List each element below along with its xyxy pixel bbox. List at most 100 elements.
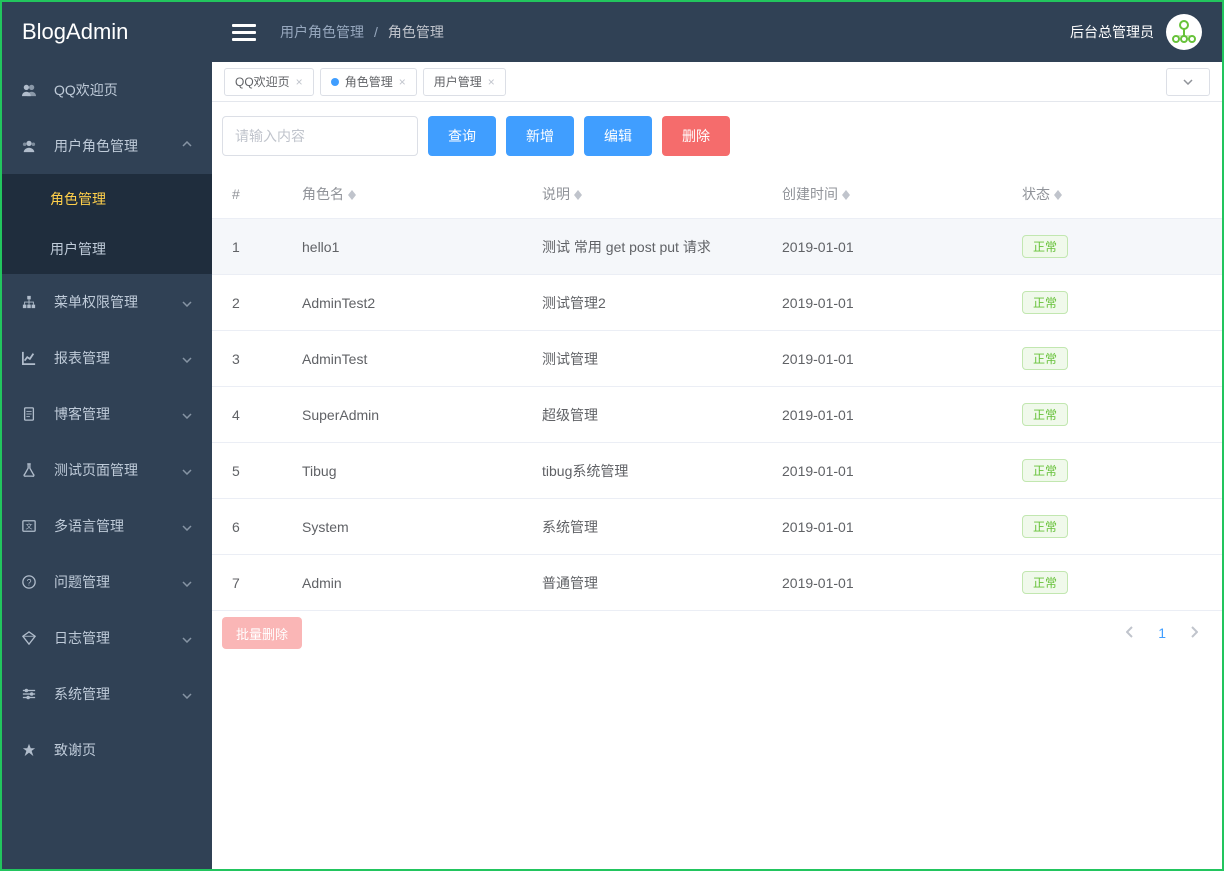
table-row[interactable]: 1hello1测试 常用 get post put 请求2019-01-01正常 — [212, 219, 1222, 275]
sidebar-item-label: 日志管理 — [54, 628, 110, 648]
status-badge: 正常 — [1022, 347, 1068, 370]
sidebar-item-2[interactable]: 菜单权限管理 — [2, 274, 212, 330]
sort-icon[interactable] — [842, 190, 850, 200]
sidebar-item-7[interactable]: ? 问题管理 — [2, 554, 212, 610]
sidebar-item-label: 致谢页 — [54, 740, 96, 760]
sidebar-item-6[interactable]: 文多语言管理 — [2, 498, 212, 554]
status-badge: 正常 — [1022, 235, 1068, 258]
cell-status: 正常 — [1012, 443, 1222, 499]
cell-status: 正常 — [1012, 387, 1222, 443]
tab-label: 角色管理 — [345, 73, 393, 90]
sidebar-item-1[interactable]: 用户角色管理 — [2, 118, 212, 174]
topbar: 用户角色管理 / 角色管理 后台总管理员 — [212, 2, 1222, 62]
sidebar-item-label: QQ欢迎页 — [54, 80, 118, 100]
cell-index: 2 — [212, 275, 292, 331]
tab-1[interactable]: 角色管理 × — [320, 68, 417, 96]
doc-icon — [22, 407, 46, 421]
add-button[interactable]: 新增 — [506, 116, 574, 156]
breadcrumb-parent[interactable]: 用户角色管理 — [280, 22, 364, 42]
chevron-down-icon — [182, 406, 192, 422]
sort-icon[interactable] — [348, 190, 356, 200]
sort-icon[interactable] — [574, 190, 582, 200]
cell-status: 正常 — [1012, 499, 1222, 555]
tab-label: QQ欢迎页 — [235, 73, 290, 90]
sidebar-item-8[interactable]: 日志管理 — [2, 610, 212, 666]
status-badge: 正常 — [1022, 571, 1068, 594]
cell-desc: 普通管理 — [532, 555, 772, 611]
sidebar-item-4[interactable]: 博客管理 — [2, 386, 212, 442]
batch-delete-button[interactable]: 批量删除 — [222, 617, 302, 649]
cell-desc: 系统管理 — [532, 499, 772, 555]
th-index[interactable]: # — [212, 170, 292, 219]
th-name[interactable]: 角色名 — [292, 170, 532, 219]
diamond-icon — [22, 631, 46, 645]
sidebar-subitem-1-1[interactable]: 用户管理 — [2, 224, 212, 274]
pagination: 1 — [1122, 621, 1202, 645]
sidebar-item-label: 系统管理 — [54, 684, 110, 704]
brand-title: BlogAdmin — [2, 2, 212, 62]
th-status[interactable]: 状态 — [1012, 170, 1222, 219]
sitemap-icon — [22, 295, 46, 309]
cell-desc: 测试管理 — [532, 331, 772, 387]
sidebar-item-9[interactable]: 系统管理 — [2, 666, 212, 722]
table-row[interactable]: 2AdminTest2测试管理22019-01-01正常 — [212, 275, 1222, 331]
cell-index: 7 — [212, 555, 292, 611]
sidebar-item-label: 报表管理 — [54, 348, 110, 368]
cell-name: AdminTest2 — [292, 275, 532, 331]
delete-button[interactable]: 删除 — [662, 116, 730, 156]
cell-index: 4 — [212, 387, 292, 443]
table-row[interactable]: 5Tibugtibug系统管理2019-01-01正常 — [212, 443, 1222, 499]
avatar[interactable] — [1166, 14, 1202, 50]
cell-desc: tibug系统管理 — [532, 443, 772, 499]
chevron-down-icon — [182, 138, 192, 154]
tab-2[interactable]: 用户管理 × — [423, 68, 506, 96]
breadcrumb: 用户角色管理 / 角色管理 — [280, 22, 444, 42]
close-icon[interactable]: × — [399, 75, 406, 89]
breadcrumb-separator: / — [374, 24, 378, 40]
sidebar-item-label: 测试页面管理 — [54, 460, 138, 480]
cell-status: 正常 — [1012, 219, 1222, 275]
sliders-icon — [22, 687, 46, 701]
chevron-down-icon — [182, 686, 192, 702]
sort-icon[interactable] — [1054, 190, 1062, 200]
chevron-down-icon — [182, 574, 192, 590]
sidebar-item-label: 多语言管理 — [54, 516, 124, 536]
admin-label: 后台总管理员 — [1070, 22, 1154, 42]
tab-0[interactable]: QQ欢迎页 × — [224, 68, 314, 96]
hamburger-icon[interactable] — [232, 20, 256, 44]
table-row[interactable]: 4SuperAdmin超级管理2019-01-01正常 — [212, 387, 1222, 443]
th-time[interactable]: 创建时间 — [772, 170, 1012, 219]
close-icon[interactable]: × — [488, 75, 495, 89]
sidebar-subitem-1-0[interactable]: 角色管理 — [2, 174, 212, 224]
breadcrumb-current: 角色管理 — [388, 22, 444, 42]
chart-icon — [22, 351, 46, 365]
cell-status: 正常 — [1012, 275, 1222, 331]
table-row[interactable]: 6System系统管理2019-01-01正常 — [212, 499, 1222, 555]
role-table: # 角色名 说明 创建时间 状态 1hello1测试 常用 get post p… — [212, 170, 1222, 611]
sidebar-item-0[interactable]: QQ欢迎页 — [2, 62, 212, 118]
sidebar-item-10[interactable]: 致谢页 — [2, 722, 212, 778]
pager-prev[interactable] — [1122, 621, 1138, 645]
friends-icon — [22, 83, 46, 97]
table-row[interactable]: 7Admin普通管理2019-01-01正常 — [212, 555, 1222, 611]
cell-name: Admin — [292, 555, 532, 611]
edit-button[interactable]: 编辑 — [584, 116, 652, 156]
pager-next[interactable] — [1186, 621, 1202, 645]
tabs-more-button[interactable] — [1166, 68, 1210, 96]
sidebar-item-label: 问题管理 — [54, 572, 110, 592]
cell-time: 2019-01-01 — [772, 275, 1012, 331]
cell-name: hello1 — [292, 219, 532, 275]
sidebar-item-3[interactable]: 报表管理 — [2, 330, 212, 386]
table-row[interactable]: 3AdminTest测试管理2019-01-01正常 — [212, 331, 1222, 387]
chevron-down-icon — [182, 518, 192, 534]
sidebar-item-5[interactable]: 测试页面管理 — [2, 442, 212, 498]
tab-active-dot — [331, 78, 339, 86]
close-icon[interactable]: × — [296, 75, 303, 89]
query-button[interactable]: 查询 — [428, 116, 496, 156]
tab-label: 用户管理 — [434, 73, 482, 90]
pager-page-1[interactable]: 1 — [1158, 625, 1166, 641]
svg-text:?: ? — [27, 578, 32, 588]
search-input[interactable] — [222, 116, 418, 156]
th-desc[interactable]: 说明 — [532, 170, 772, 219]
cell-status: 正常 — [1012, 331, 1222, 387]
